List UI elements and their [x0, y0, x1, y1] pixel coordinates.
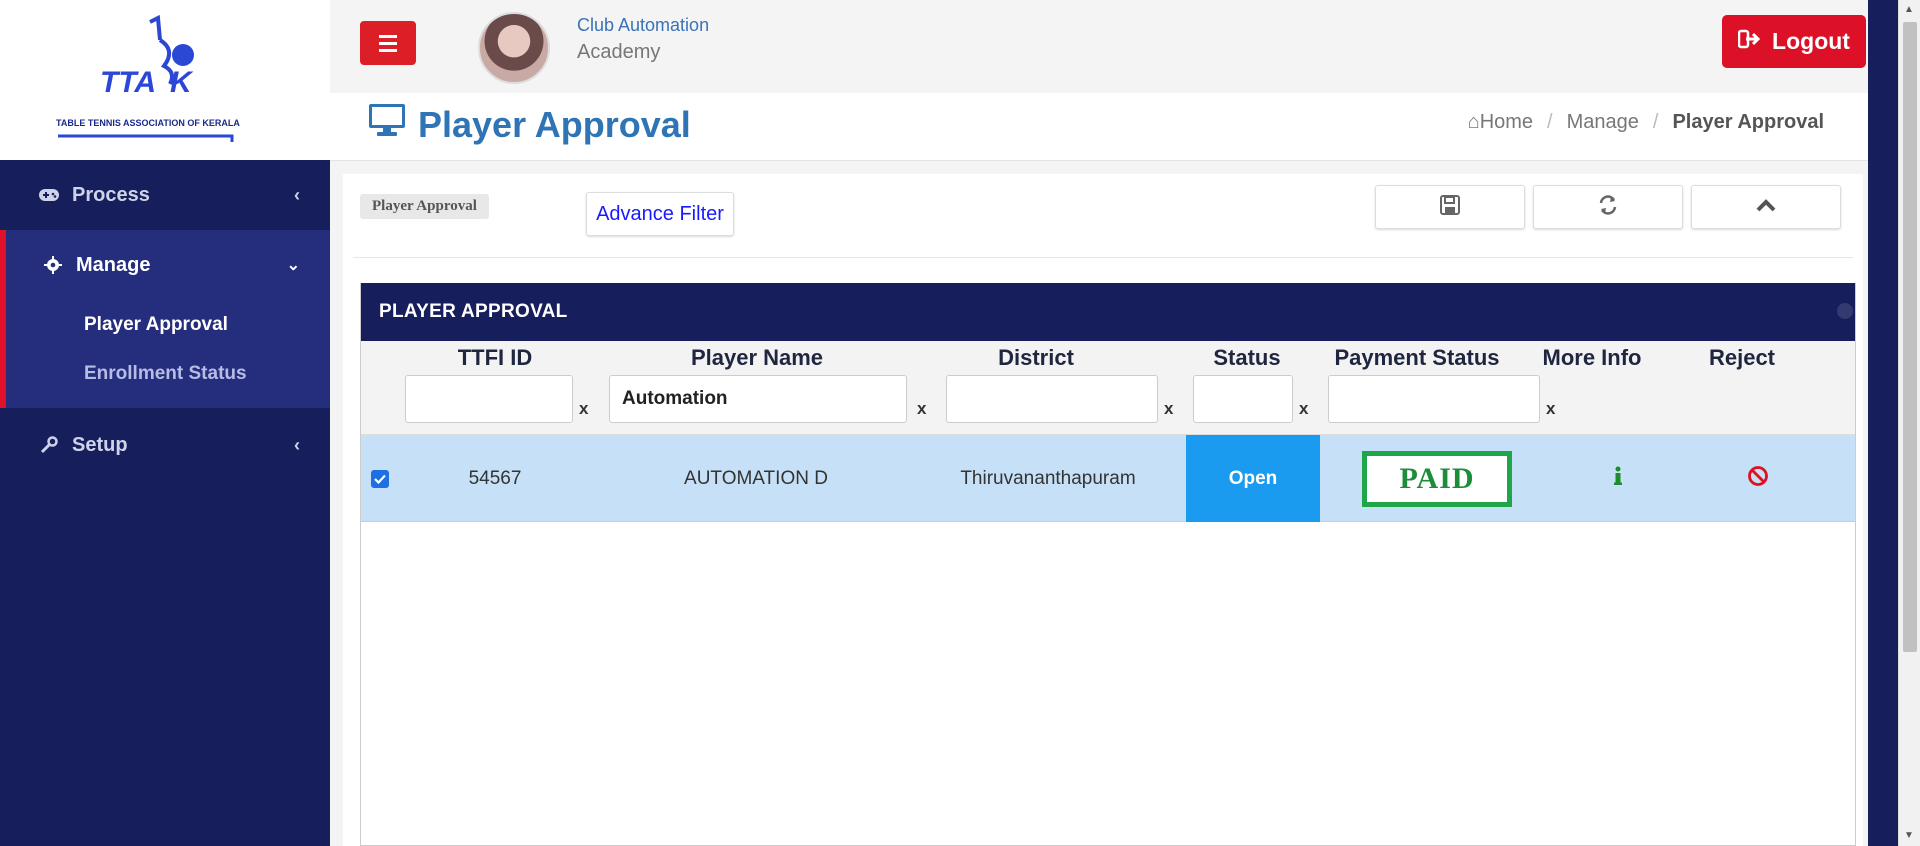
logo[interactable]: TTA K TABLE TENNIS ASSOCIATION OF KERALA	[0, 0, 330, 160]
column-header-status[interactable]: Status	[1187, 345, 1307, 371]
player-approval-grid: PLAYER APPROVAL TTFI ID Player Name Dist…	[360, 283, 1856, 846]
advance-filter-button[interactable]: Advance Filter	[586, 192, 734, 236]
page-header: Player Approval ⌂Home / Manage / Player …	[330, 93, 1868, 161]
column-header-reject[interactable]: Reject	[1667, 345, 1817, 371]
sidebar-item-label: Process	[72, 183, 150, 206]
cell-payment-status: PAID	[1321, 435, 1553, 522]
ban-icon	[1747, 465, 1769, 493]
sidebar-item-process[interactable]: Process ‹	[0, 160, 330, 230]
filter-clear-status[interactable]: x	[1299, 399, 1308, 419]
save-icon	[1439, 194, 1461, 221]
logout-label: Logout	[1772, 28, 1850, 54]
breadcrumb-current: Player Approval	[1672, 111, 1824, 133]
filter-player-name-input[interactable]: Automation	[609, 375, 907, 423]
row-select-checkbox[interactable]	[361, 435, 399, 522]
svg-text:TTA: TTA	[100, 66, 156, 99]
content-panel: Player Approval Advance Filter PLAYER AP…	[343, 174, 1863, 846]
sidebar-subitem-enrollment-status[interactable]: Enrollment Status	[6, 349, 330, 408]
right-edge-strip	[1868, 0, 1898, 846]
gamepad-icon	[36, 188, 62, 202]
refresh-button[interactable]	[1533, 185, 1683, 229]
scroll-up-icon[interactable]: ▲	[1904, 4, 1914, 15]
cell-player-name: AUTOMATION D	[684, 467, 828, 489]
sidebar: TTA K TABLE TENNIS ASSOCIATION OF KERALA…	[0, 0, 330, 846]
svg-text:K: K	[170, 66, 194, 99]
chevron-left-icon: ‹	[294, 184, 300, 205]
chevron-down-icon: ⌄	[286, 257, 300, 274]
column-header-district[interactable]: District	[931, 345, 1141, 371]
wrench-icon	[36, 436, 62, 454]
sidebar-group-manage: Manage ⌄ Player Approval Enrollment Stat…	[0, 230, 330, 408]
checkbox-checked-icon	[371, 469, 389, 488]
sidebar-subitem-player-approval[interactable]: Player Approval	[6, 300, 330, 349]
filter-district-input[interactable]	[946, 375, 1158, 423]
sidebar-item-label: Manage	[76, 253, 151, 276]
filter-clear-district[interactable]: x	[1164, 399, 1173, 419]
cell-district: Thiruvananthapuram	[960, 467, 1136, 489]
top-bar: Club Automation Academy Logout	[330, 0, 1868, 93]
reject-button[interactable]	[1683, 435, 1833, 522]
home-icon: ⌂	[1467, 111, 1480, 133]
filter-clear-player-name[interactable]: x	[917, 399, 926, 419]
filter-ttfi-id-input[interactable]	[405, 375, 573, 423]
filter-clear-ttfi-id[interactable]: x	[579, 399, 588, 419]
vertical-scrollbar[interactable]: ▲ ▼	[1898, 0, 1920, 846]
info-icon	[1613, 466, 1623, 492]
filter-status-input[interactable]	[1193, 375, 1293, 423]
sidebar-item-setup[interactable]: Setup ‹	[0, 408, 330, 482]
sidebar-item-manage[interactable]: Manage ⌄	[6, 230, 330, 300]
gear-icon	[40, 256, 66, 274]
breadcrumb-manage[interactable]: Manage	[1567, 111, 1639, 134]
grid-options-icon[interactable]	[1837, 303, 1853, 319]
sign-out-icon	[1737, 28, 1761, 55]
collapse-button[interactable]	[1691, 185, 1841, 229]
grid-title: PLAYER APPROVAL	[361, 283, 1855, 341]
page-title-text: Player Approval	[418, 103, 691, 145]
column-header-ttfi-id[interactable]: TTFI ID	[405, 345, 585, 371]
scrollbar-thumb[interactable]	[1903, 22, 1917, 652]
divider	[353, 257, 1853, 258]
breadcrumb-home[interactable]: ⌂Home	[1468, 111, 1533, 134]
column-header-payment-status[interactable]: Payment Status	[1317, 345, 1517, 371]
filter-clear-payment-status[interactable]: x	[1546, 399, 1555, 419]
refresh-icon	[1597, 194, 1619, 221]
column-header-player-name[interactable]: Player Name	[607, 345, 907, 371]
table-row[interactable]: 54567 AUTOMATION D Thiruvananthapuram Op…	[361, 435, 1855, 522]
menu-toggle-button[interactable]	[360, 21, 416, 65]
section-tag: Player Approval	[360, 194, 489, 219]
cell-ttfi-id: 54567	[468, 467, 522, 489]
page-title: Player Approval	[368, 103, 691, 146]
column-header-more-info[interactable]: More Info	[1527, 345, 1657, 371]
sidebar-item-label: Setup	[72, 433, 128, 456]
filter-payment-status-input[interactable]	[1328, 375, 1540, 423]
paid-stamp: PAID	[1362, 450, 1512, 507]
breadcrumb: ⌂Home / Manage / Player Approval	[1467, 111, 1824, 134]
grid-header: TTFI ID Player Name District Status Paym…	[361, 341, 1855, 435]
cell-status-open[interactable]: Open	[1186, 435, 1320, 522]
chevron-left-icon: ‹	[294, 434, 300, 455]
club-type: Academy	[577, 41, 661, 63]
scroll-down-icon[interactable]: ▼	[1904, 830, 1914, 841]
more-info-button[interactable]	[1553, 435, 1683, 522]
chevron-up-icon	[1755, 198, 1777, 217]
logo-caption: TABLE TENNIS ASSOCIATION OF KERALA	[56, 118, 240, 128]
logout-button[interactable]: Logout	[1722, 15, 1866, 68]
ttak-logo-icon: TTA K	[58, 14, 234, 142]
avatar[interactable]	[478, 12, 550, 84]
monitor-icon	[368, 103, 406, 146]
club-name: Club Automation	[577, 15, 710, 35]
save-button[interactable]	[1375, 185, 1525, 229]
